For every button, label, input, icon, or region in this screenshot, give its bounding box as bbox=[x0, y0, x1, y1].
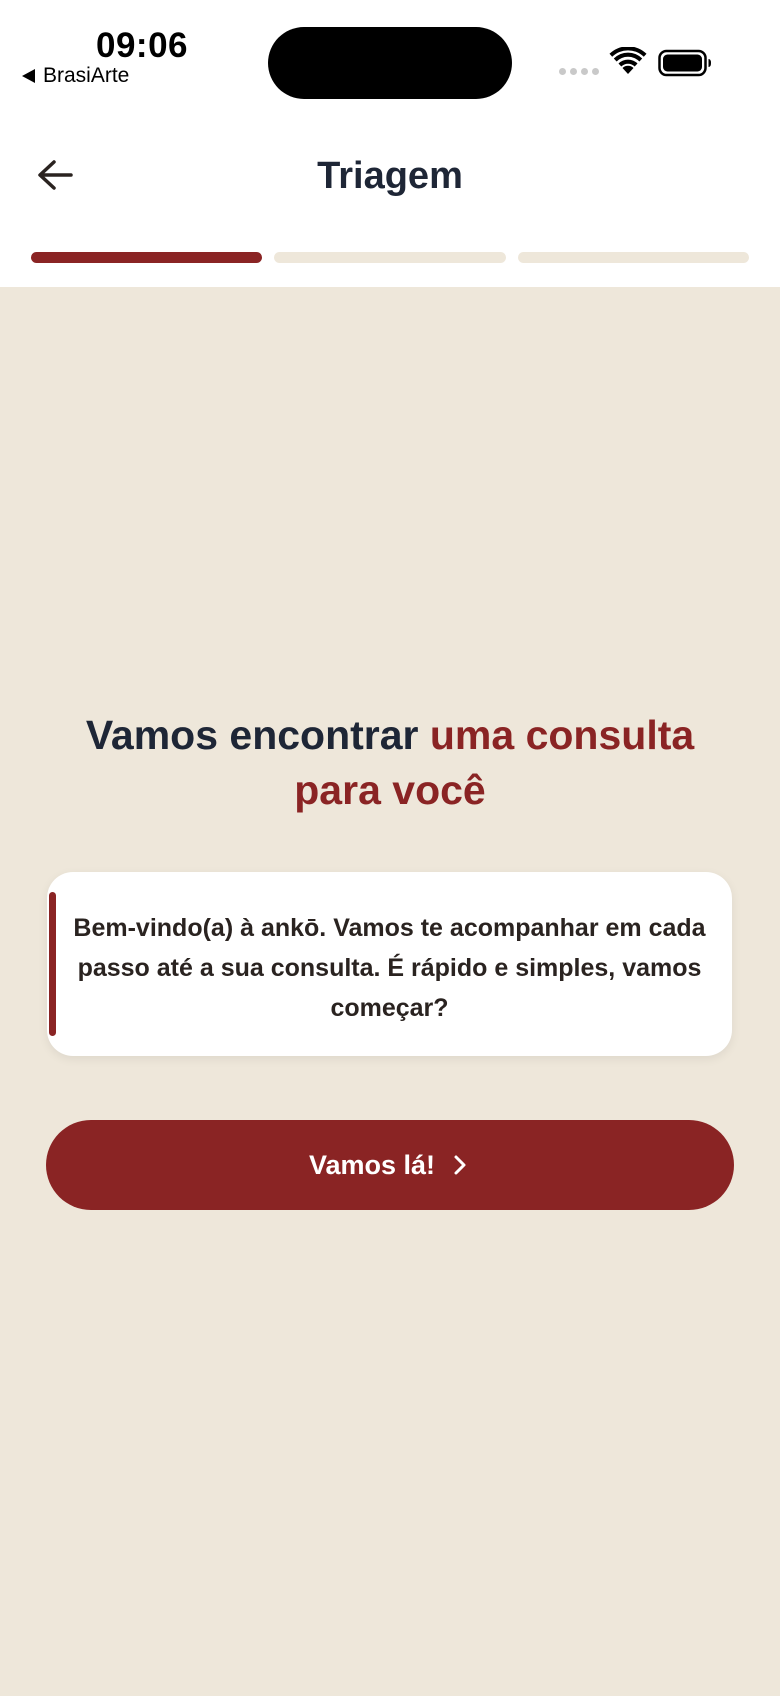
start-button[interactable]: Vamos lá! bbox=[46, 1120, 734, 1210]
progress-step-2 bbox=[274, 252, 506, 263]
return-to-app[interactable]: BrasiArte bbox=[22, 64, 129, 88]
welcome-message: Bem-vindo(a) à ankō. Vamos te acompanhar… bbox=[73, 914, 706, 1022]
cellular-signal-icon bbox=[559, 68, 599, 75]
back-triangle-icon bbox=[22, 69, 35, 83]
progress-step-3 bbox=[517, 252, 749, 263]
step-progress-bar bbox=[31, 252, 749, 263]
chevron-right-icon bbox=[453, 1154, 471, 1176]
wifi-icon bbox=[609, 47, 647, 74]
dynamic-island bbox=[268, 27, 512, 99]
headline-text: Vamos encontrar bbox=[85, 712, 430, 758]
welcome-card: Bem-vindo(a) à ankō. Vamos te acompanhar… bbox=[47, 872, 732, 1056]
headline: Vamos encontrar uma consulta para você bbox=[60, 708, 720, 818]
status-time: 09:06 bbox=[96, 26, 189, 65]
top-bar: 09:06 BrasiArte Triagem bbox=[0, 0, 780, 287]
battery-icon bbox=[658, 49, 711, 77]
start-button-label: Vamos lá! bbox=[308, 1149, 436, 1180]
page-title: Triagem bbox=[317, 155, 463, 197]
return-app-label: BrasiArte bbox=[43, 64, 130, 87]
progress-step-1 bbox=[31, 252, 263, 263]
card-accent-bar bbox=[49, 892, 56, 1036]
